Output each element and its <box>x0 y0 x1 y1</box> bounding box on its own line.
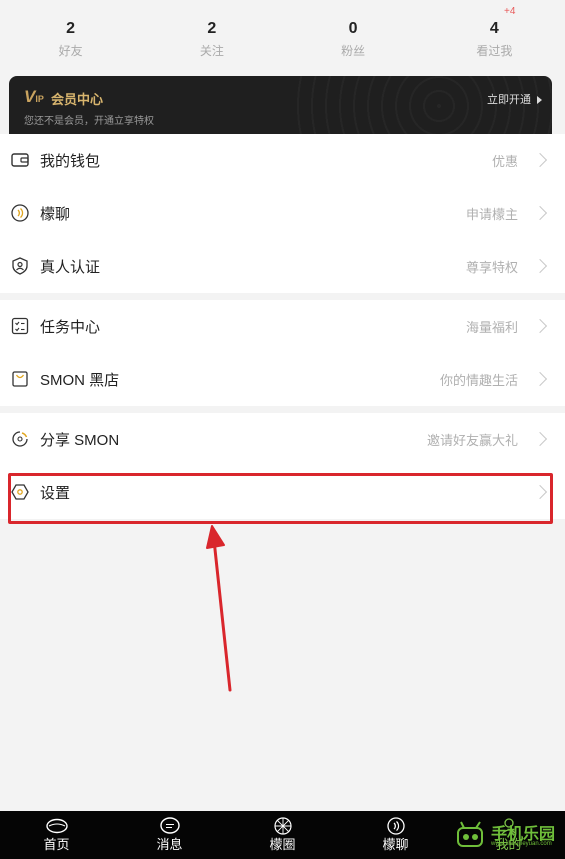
watermark-url: www.shoujileyuan.com <box>491 841 552 847</box>
lemon-home-icon <box>45 818 68 834</box>
tab-messages[interactable]: 消息 <box>113 811 226 859</box>
message-bubble-icon <box>159 817 180 834</box>
site-watermark: 手机乐园 www.shoujileyuan.com <box>454 816 559 856</box>
tab-circle-label: 檬圈 <box>269 837 296 852</box>
tab-home-label: 首页 <box>43 837 70 852</box>
tab-home[interactable]: 首页 <box>0 811 113 859</box>
tab-chat-label: 檬聊 <box>382 837 409 852</box>
annotation-arrow <box>206 525 232 692</box>
tab-chat[interactable]: 檬聊 <box>339 811 452 859</box>
tab-circle[interactable]: 檬圈 <box>226 811 339 859</box>
watermark-mascot-icon <box>457 821 483 847</box>
chat-wave-icon <box>386 817 405 835</box>
tab-messages-label: 消息 <box>156 837 183 852</box>
circle-burst-icon <box>273 817 292 835</box>
